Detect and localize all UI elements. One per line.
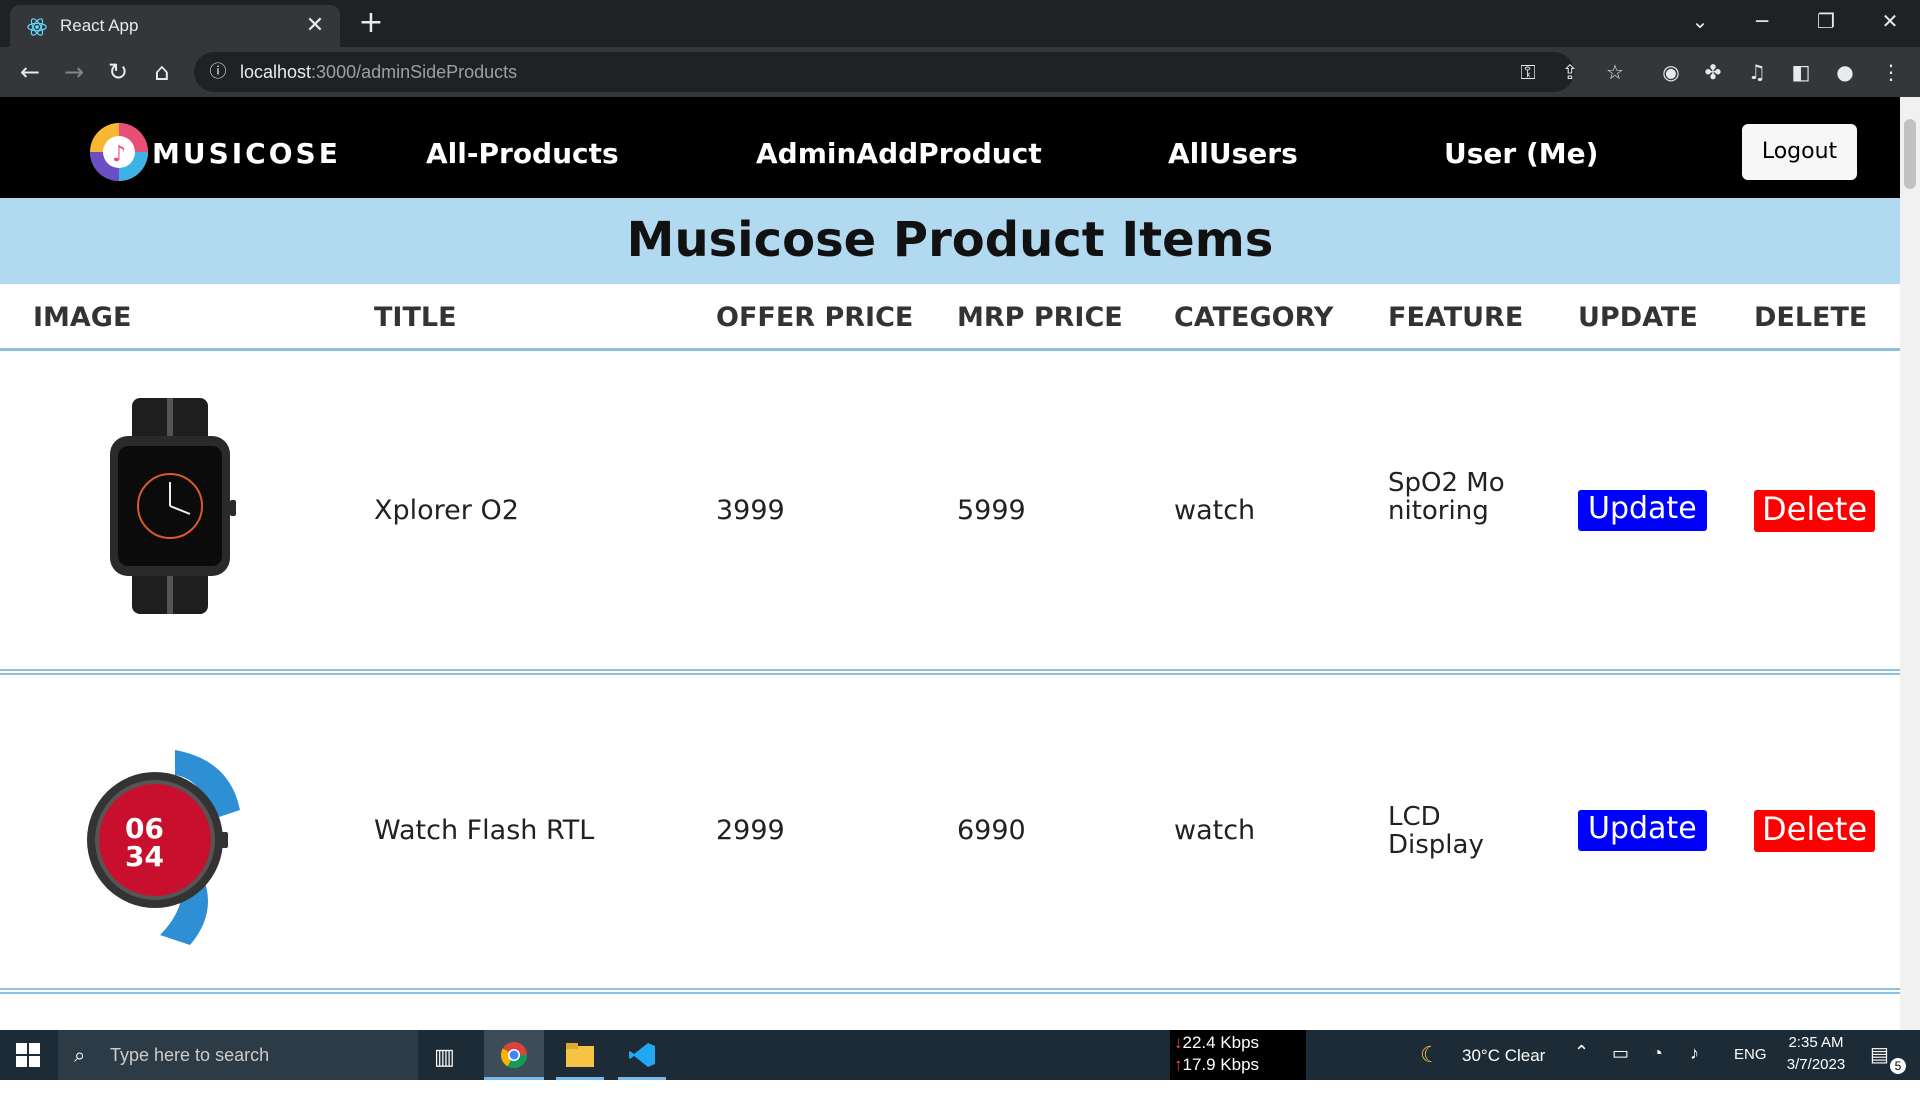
feature: LCD Display xyxy=(1388,802,1484,860)
notification-badge: 5 xyxy=(1890,1058,1906,1074)
chevron-up-icon[interactable]: ⌃ xyxy=(1574,1042,1589,1092)
url-text: localhost:3000/adminSideProducts xyxy=(240,62,518,82)
category: watch xyxy=(1174,815,1256,846)
delete-button[interactable]: Delete xyxy=(1754,810,1876,852)
logout-button[interactable]: Logout xyxy=(1742,124,1857,180)
product-title: Xplorer O2 xyxy=(374,495,519,526)
key-icon[interactable]: ⚿ xyxy=(1514,58,1542,86)
side-panel-icon[interactable]: ◧ xyxy=(1786,57,1816,87)
home-icon[interactable]: ⌂ xyxy=(146,56,178,88)
header-update: UPDATE xyxy=(1578,302,1698,333)
volume-icon[interactable]: ♪ xyxy=(1690,1043,1699,1093)
file-explorer-icon[interactable] xyxy=(556,1030,604,1080)
react-icon xyxy=(27,18,47,36)
page-scrollbar[interactable] xyxy=(1900,97,1920,1030)
moon-weather-icon[interactable]: ☾ xyxy=(1420,1042,1440,1092)
clock-date[interactable]: 3/7/2023 xyxy=(1780,1056,1852,1106)
table-row: Xplorer O2 3999 5999 watch SpO2 Monitori… xyxy=(0,351,1900,675)
header-title: TITLE xyxy=(374,302,457,333)
header-image: IMAGE xyxy=(33,302,132,333)
new-tab-icon[interactable]: + xyxy=(356,8,386,38)
header-offer-price: OFFER PRICE xyxy=(716,302,914,333)
update-button[interactable]: Update xyxy=(1578,490,1707,531)
table-row: 06 34 Watch Flash RTL 2999 6990 watch LC… xyxy=(0,675,1900,994)
close-window-icon[interactable]: ✕ xyxy=(1870,6,1910,36)
update-button[interactable]: Update xyxy=(1578,810,1707,851)
windows-start-icon[interactable] xyxy=(16,1043,40,1067)
browser-tab[interactable]: React App ✕ xyxy=(10,5,340,47)
taskbar-search[interactable]: ⌕ Type here to search xyxy=(58,1030,418,1080)
vscode-icon[interactable] xyxy=(618,1030,666,1080)
restore-icon[interactable]: ❐ xyxy=(1806,6,1846,36)
net-up: ↑17.9 Kbps xyxy=(1174,1055,1260,1074)
media-control-icon[interactable]: ♫ xyxy=(1742,57,1772,87)
header-mrp-price: MRP PRICE xyxy=(957,302,1123,333)
app-navbar: ♪ MUSICOSE All-Products AdminAddProduct … xyxy=(0,97,1900,198)
menu-dots-icon[interactable]: ⋮ xyxy=(1876,57,1906,87)
nav-all-users[interactable]: AllUsers xyxy=(1168,137,1298,170)
search-placeholder: Type here to search xyxy=(110,1045,270,1065)
search-icon: ⌕ xyxy=(74,1043,86,1067)
table-header: IMAGE TITLE OFFER PRICE MRP PRICE CATEGO… xyxy=(0,284,1900,351)
product-image-xplorer-o2 xyxy=(110,398,236,614)
address-bar[interactable]: ⓘ localhost:3000/adminSideProducts ⚿ ⇪ xyxy=(194,52,1578,92)
svg-text:♪: ♪ xyxy=(112,142,126,167)
category: watch xyxy=(1174,495,1256,526)
feature: SpO2 Monitoring xyxy=(1388,468,1505,526)
task-view-icon[interactable]: ▥ xyxy=(434,1044,455,1094)
share-icon[interactable]: ⇪ xyxy=(1556,58,1584,86)
page-banner: Musicose Product Items xyxy=(0,198,1900,284)
product-title: Watch Flash RTL xyxy=(374,815,595,846)
chrome-taskbar-icon[interactable] xyxy=(484,1030,544,1080)
forward-icon[interactable]: → xyxy=(58,56,90,88)
mrp-price: 6990 xyxy=(957,815,1026,846)
header-feature: FEATURE xyxy=(1388,302,1524,333)
weather-text[interactable]: 30°C Clear xyxy=(1462,1046,1545,1096)
svg-text:34: 34 xyxy=(125,840,164,873)
page-title: Musicose Product Items xyxy=(626,212,1274,268)
header-delete: DELETE xyxy=(1754,302,1868,333)
logo-text[interactable]: MUSICOSE xyxy=(152,137,341,170)
product-image-watch-flash-rtl: 06 34 xyxy=(87,750,240,945)
scrollbar-thumb[interactable] xyxy=(1904,119,1916,189)
profile-avatar-icon[interactable]: ● xyxy=(1830,57,1860,87)
windows-taskbar: ⌕ Type here to search ▥ ↓22.4 Kbps ↑17.9… xyxy=(0,1030,1920,1080)
header-category: CATEGORY xyxy=(1174,302,1334,333)
nav-user-me[interactable]: User (Me) xyxy=(1444,137,1598,170)
offer-price: 3999 xyxy=(716,495,785,526)
notification-icon[interactable]: ▤ xyxy=(1870,1042,1889,1092)
tab-search-icon[interactable]: ⌄ xyxy=(1680,6,1720,36)
minimize-icon[interactable]: ─ xyxy=(1742,6,1782,36)
musicose-logo-icon[interactable]: ♪ xyxy=(88,121,150,183)
back-icon[interactable]: ← xyxy=(14,56,46,88)
net-down: ↓22.4 Kbps xyxy=(1174,1033,1260,1052)
mrp-price: 5999 xyxy=(957,495,1026,526)
tab-title: React App xyxy=(60,16,139,35)
network-speed-widget: ↓22.4 Kbps ↑17.9 Kbps xyxy=(1170,1030,1306,1080)
delete-button[interactable]: Delete xyxy=(1754,490,1876,532)
puzzle-icon[interactable]: ✤ xyxy=(1698,57,1728,87)
tab-close-icon[interactable]: ✕ xyxy=(302,13,328,39)
nav-admin-add-product[interactable]: AdminAddProduct xyxy=(756,137,1042,170)
offer-price: 2999 xyxy=(716,815,785,846)
nav-all-products[interactable]: All-Products xyxy=(426,137,619,170)
browser-tab-bar: React App ✕ + ⌄ ─ ❐ ✕ xyxy=(0,0,1920,47)
battery-icon[interactable]: ▭ xyxy=(1612,1043,1629,1093)
bookmark-star-icon[interactable]: ☆ xyxy=(1600,57,1630,87)
info-icon[interactable]: ⓘ xyxy=(204,58,232,86)
wifi-icon[interactable]: ◔ xyxy=(1652,1043,1663,1093)
language-indicator[interactable]: ENG xyxy=(1734,1046,1767,1096)
extension-icon[interactable]: ◉ xyxy=(1656,57,1686,87)
browser-toolbar: ← → ↻ ⌂ ⓘ localhost:3000/adminSideProduc… xyxy=(0,47,1920,97)
reload-icon[interactable]: ↻ xyxy=(102,56,134,88)
